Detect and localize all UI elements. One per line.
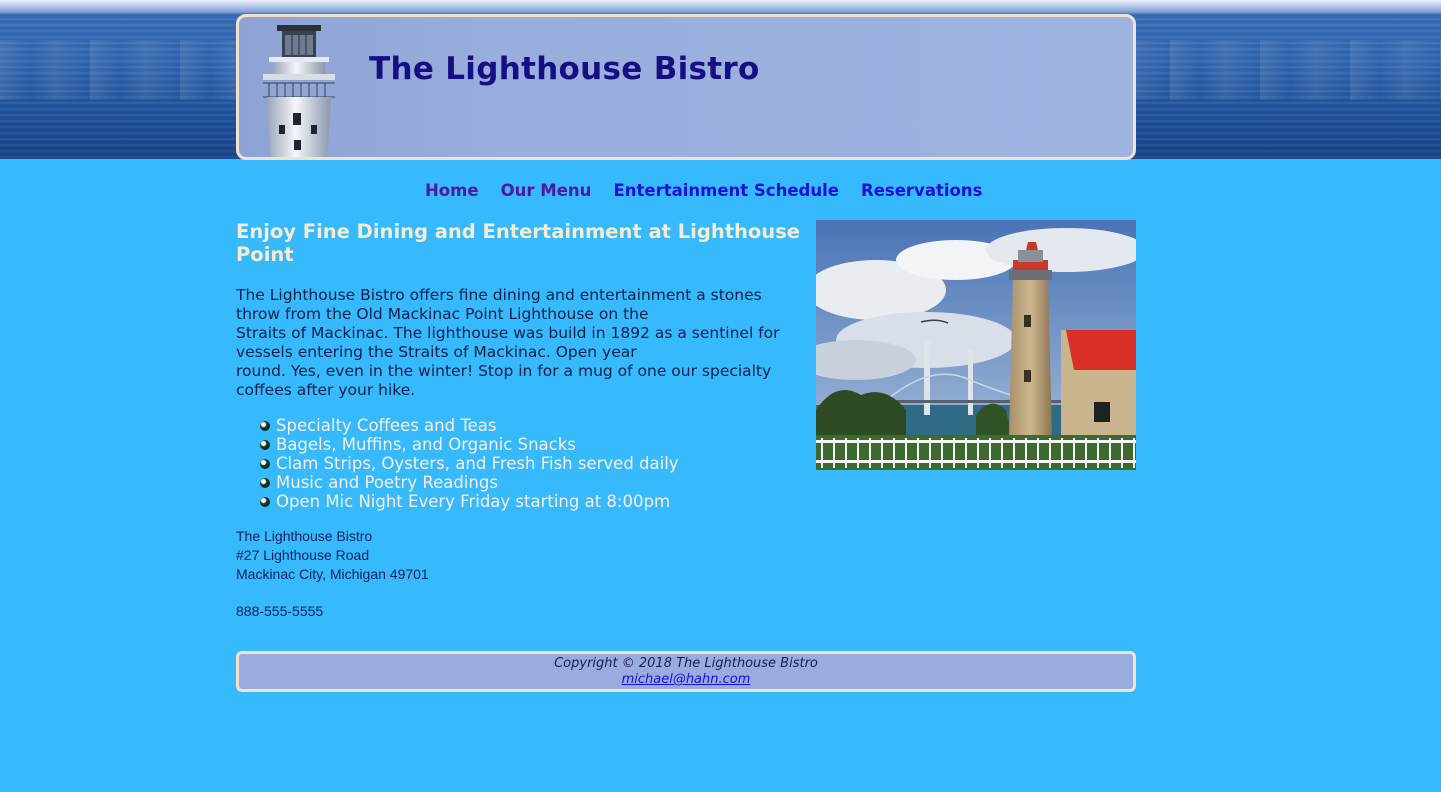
- bullet-icon: [260, 421, 270, 431]
- feature-label: Open Mic Night Every Friday starting at …: [276, 492, 671, 511]
- feature-label: Music and Poetry Readings: [276, 473, 498, 492]
- site-footer: Copyright © 2018 The Lighthouse Bistro m…: [236, 651, 1136, 692]
- nav-link-entertainment-schedule[interactable]: Entertainment Schedule: [613, 181, 838, 200]
- copyright-text: Copyright © 2018 The Lighthouse Bistro: [554, 656, 818, 671]
- lighthouse-logo-image: [263, 25, 335, 157]
- phone-number: 888-555-5555: [236, 603, 324, 619]
- site-header: The Lighthouse Bistro: [236, 14, 1136, 160]
- bullet-icon: [260, 497, 270, 507]
- feature-label: Bagels, Muffins, and Organic Snacks: [276, 435, 576, 454]
- intro-line: round. Yes, even in the winter! Stop in …: [236, 362, 772, 380]
- site-title: The Lighthouse Bistro: [369, 51, 760, 87]
- feature-item: Bagels, Muffins, and Organic Snacks: [260, 435, 806, 454]
- bullet-icon: [260, 478, 270, 488]
- feature-item: Open Mic Night Every Friday starting at …: [260, 492, 806, 511]
- address-city: Mackinac City, Michigan 49701: [236, 566, 429, 582]
- intro-line: throw from the Old Mackinac Point Lighth…: [236, 305, 649, 323]
- nav-link-reservations[interactable]: Reservations: [861, 181, 982, 200]
- nav-link-our-menu[interactable]: Our Menu: [501, 181, 592, 200]
- intro-line: vessels entering the Straits of Mackinac…: [236, 343, 637, 361]
- address-name: The Lighthouse Bistro: [236, 528, 373, 544]
- feature-item: Music and Poetry Readings: [260, 473, 806, 492]
- feature-item: Clam Strips, Oysters, and Fresh Fish ser…: [260, 454, 806, 473]
- address-block: The Lighthouse Bistro #27 Lighthouse Roa…: [236, 527, 806, 584]
- bullet-icon: [260, 459, 270, 469]
- features-list: Specialty Coffees and Teas Bagels, Muffi…: [236, 416, 806, 511]
- intro-line: coffees after your hike.: [236, 381, 416, 399]
- intro-paragraph: The Lighthouse Bistro offers fine dining…: [236, 286, 806, 400]
- address-street: #27 Lighthouse Road: [236, 547, 370, 563]
- feature-label: Clam Strips, Oysters, and Fresh Fish ser…: [276, 454, 679, 473]
- feature-label: Specialty Coffees and Teas: [276, 416, 497, 435]
- bullet-icon: [260, 440, 270, 450]
- intro-line: Straits of Mackinac. The lighthouse was …: [236, 324, 780, 342]
- email-link[interactable]: michael@hahn.com: [622, 672, 751, 687]
- main-content: Enjoy Fine Dining and Entertainment at L…: [236, 220, 806, 619]
- main-heading: Enjoy Fine Dining and Entertainment at L…: [236, 220, 801, 266]
- intro-line: The Lighthouse Bistro offers fine dining…: [236, 286, 762, 304]
- lighthouse-photo: [816, 220, 1136, 470]
- nav-link-home[interactable]: Home: [425, 181, 479, 200]
- feature-item: Specialty Coffees and Teas: [260, 416, 806, 435]
